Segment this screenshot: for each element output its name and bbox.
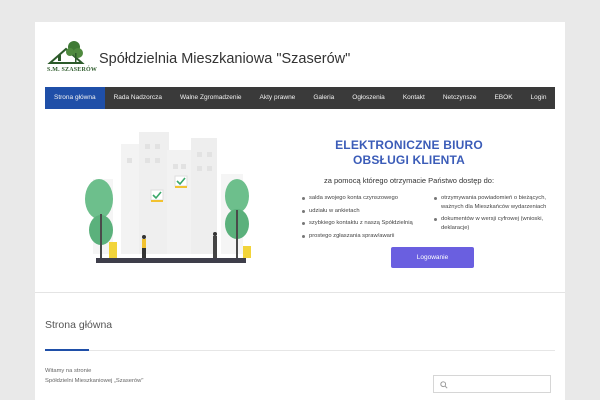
login-button[interactable]: Logowanie [391, 247, 474, 268]
nav-item-netczynsze[interactable]: Netczynsze [434, 87, 486, 109]
list-item: prostego zgłaszania spraw/awarii [300, 232, 430, 241]
list-item: otrzymywania powiadomień o bieżących, wa… [432, 194, 564, 211]
nav-item-strona-glowna[interactable]: Strona główna [45, 87, 105, 109]
list-item: szybkiego kontaktu z naszą Spółdzielnią [300, 219, 430, 228]
search-icon [440, 381, 448, 389]
hero-title: ELEKTRONICZNE BIURO OBSŁUGI KLIENTA [314, 138, 504, 168]
nav-item-ogloszenia[interactable]: Ogłoszenia [343, 87, 394, 109]
welcome-text-line1: Witamy na stronie [45, 368, 92, 374]
logo-icon[interactable] [44, 39, 88, 79]
ebok-hero: ELEKTRONICZNE BIURO OBSŁUGI KLIENTA za p… [35, 114, 565, 292]
features-list-left: salda swojego konta czynszowego udziału … [300, 194, 430, 244]
nav-item-akty-prawne[interactable]: Akty prawne [251, 87, 305, 109]
nav-item-login[interactable]: Login [522, 87, 556, 109]
heading-underline [45, 350, 555, 351]
list-item: dokumentów w wersji cyfrowej (wnioski, d… [432, 215, 564, 232]
hero-subtitle: za pomocą którego otrzymacie Państwo dos… [323, 176, 495, 185]
nav-item-galeria[interactable]: Galeria [304, 87, 343, 109]
nav-item-walne-zgromadzenie[interactable]: Walne Zgromadzenie [171, 87, 251, 109]
features-list-right: otrzymywania powiadomień o bieżących, wa… [432, 194, 564, 236]
list-item: salda swojego konta czynszowego [300, 194, 430, 203]
main-nav: Strona główna Rada Nadzorcza Walne Zgrom… [45, 87, 555, 109]
site-title[interactable]: Spółdzielnia Mieszkaniowa "Szaserów" [99, 51, 350, 67]
search-input[interactable] [433, 375, 551, 393]
nav-item-ebok[interactable]: EBOK [485, 87, 521, 109]
logo-text: S.M. SZASERÓW [47, 67, 98, 73]
section-divider [35, 292, 565, 293]
welcome-text-line2: Spółdzielni Mieszkaniowej „Szaserów" [45, 378, 144, 384]
page-title: Strona główna [45, 319, 113, 331]
nav-item-kontakt[interactable]: Kontakt [394, 87, 434, 109]
nav-item-rada-nadzorcza[interactable]: Rada Nadzorcza [105, 87, 171, 109]
header: S.M. SZASERÓW Spółdzielnia Mieszkaniowa … [35, 22, 565, 86]
hero-title-line2: OBSŁUGI KLIENTA [352, 153, 466, 167]
page: S.M. SZASERÓW Spółdzielnia Mieszkaniowa … [35, 22, 565, 400]
heading-accent-bar [45, 349, 89, 351]
list-item: udziału w ankietach [300, 207, 430, 216]
city-illustration-icon [85, 132, 251, 263]
hero-title-line1: ELEKTRONICZNE BIURO [335, 138, 483, 152]
